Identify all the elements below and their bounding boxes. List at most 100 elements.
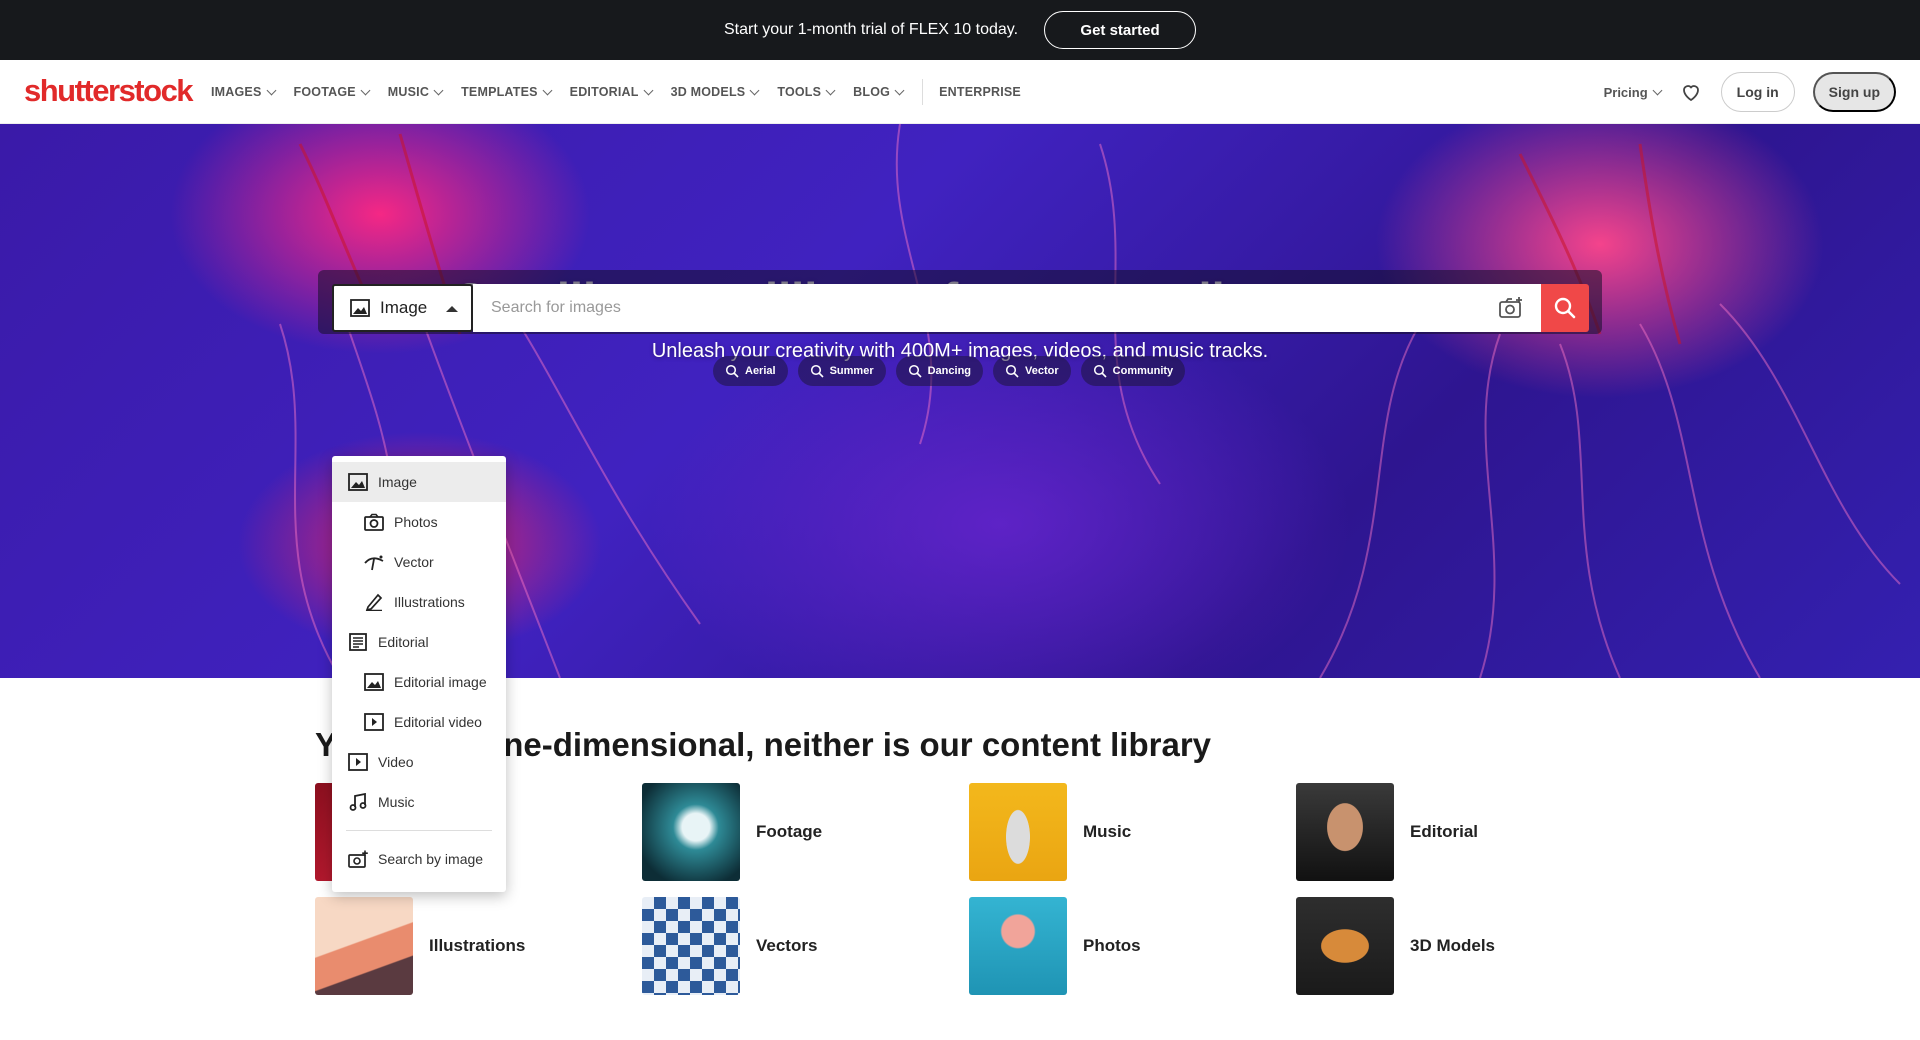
nav-item-blog[interactable]: BLOG	[853, 85, 905, 99]
search-icon	[1554, 297, 1576, 319]
dropdown-item-music[interactable]: Music	[332, 782, 506, 822]
search-icon	[725, 364, 739, 378]
chevron-down-icon	[894, 85, 905, 95]
chip-label: Community	[1112, 365, 1174, 377]
editorial-thumbnail	[1296, 783, 1394, 881]
chevron-down-icon	[749, 85, 760, 95]
editorial-icon	[349, 633, 367, 651]
dropdown-item-photos[interactable]: Photos	[332, 502, 506, 542]
dropdown-item-label: Vector	[394, 554, 434, 570]
music-icon	[349, 793, 367, 811]
dropdown-item-image[interactable]: Image	[332, 462, 506, 502]
top-nav: shutterstock IMAGES FOOTAGE MUSIC TEMPLA…	[0, 60, 1920, 124]
dropdown-item-label: Image	[378, 474, 417, 490]
search-icon	[1093, 364, 1107, 378]
shutterstock-logo[interactable]: shutterstock	[24, 73, 194, 109]
chip-label: Summer	[829, 365, 874, 377]
video-icon	[348, 753, 368, 771]
chip-aerial[interactable]: Aerial	[713, 356, 788, 386]
category-tile-editorial[interactable]: Editorial	[1296, 783, 1478, 881]
chevron-down-icon	[542, 85, 553, 95]
promo-text: Start your 1-month trial of FLEX 10 toda…	[723, 21, 1019, 38]
search-by-image-icon[interactable]	[1498, 295, 1524, 321]
dropdown-item-label: Video	[378, 754, 414, 770]
nav-item-label: TEMPLATES	[461, 85, 538, 99]
nav-item-label: TOOLS	[777, 85, 822, 99]
chip-label: Dancing	[927, 365, 972, 377]
image-icon	[348, 473, 368, 491]
category-tile-3d-models[interactable]: 3D Models	[1296, 897, 1495, 995]
pricing-label: Pricing	[1603, 84, 1648, 100]
search-button[interactable]	[1541, 284, 1589, 332]
nav-item-footage[interactable]: FOOTAGE	[293, 85, 371, 99]
nav-item-label: EDITORIAL	[569, 85, 639, 99]
suggestion-chips: Aerial Summer Dancing Vector Community	[713, 356, 1186, 386]
category-tile-photos[interactable]: Photos	[969, 897, 1141, 995]
nav-item-music[interactable]: MUSIC	[387, 85, 444, 99]
dropdown-item-label: Search by image	[378, 851, 484, 867]
3d-models-thumbnail	[1296, 897, 1394, 995]
footage-thumbnail	[642, 783, 740, 881]
chevron-down-icon	[1652, 85, 1663, 95]
nav-item-editorial[interactable]: EDITORIAL	[569, 85, 654, 99]
category-label: Photos	[1083, 936, 1141, 955]
signup-button[interactable]: Sign up	[1812, 72, 1896, 112]
category-label: Illustrations	[429, 936, 526, 955]
search-icon	[1005, 364, 1019, 378]
login-button[interactable]: Log in	[1720, 72, 1795, 112]
category-tile-footage[interactable]: Footage	[642, 783, 822, 881]
nav-item-templates[interactable]: TEMPLATES	[461, 85, 553, 99]
dropdown-item-label: Editorial image	[394, 674, 487, 690]
chip-label: Vector	[1025, 365, 1059, 377]
jellyfish-background-image	[279, 124, 1901, 678]
nav-actions: Pricing Log in Sign up	[1604, 60, 1896, 124]
chip-summer[interactable]: Summer	[797, 356, 886, 386]
nav-item-3d-models[interactable]: 3D MODELS	[670, 85, 760, 99]
category-tile-illustrations[interactable]: Illustrations	[315, 897, 525, 995]
nav-item-enterprise[interactable]: ENTERPRISE	[939, 85, 1021, 99]
chip-label: Aerial	[745, 365, 776, 377]
category-label: Vectors	[756, 936, 818, 955]
dropdown-item-label: Illustrations	[394, 594, 465, 610]
dropdown-item-vector[interactable]: Vector	[332, 542, 506, 582]
nav-menu: IMAGES FOOTAGE MUSIC TEMPLATES EDITORIAL…	[211, 60, 1040, 124]
pricing-menu[interactable]: Pricing	[1603, 84, 1663, 100]
nav-item-tools[interactable]: TOOLS	[777, 85, 836, 99]
dropdown-item-label: Music	[378, 794, 415, 810]
dropdown-item-illustrations[interactable]: Illustrations	[332, 582, 506, 622]
nav-item-images[interactable]: IMAGES	[211, 85, 276, 99]
illustrations-thumbnail	[315, 897, 413, 995]
music-thumbnail	[969, 783, 1067, 881]
get-started-button[interactable]: Get started	[1044, 11, 1197, 49]
camera-icon	[364, 513, 384, 531]
nav-item-label: MUSIC	[387, 85, 430, 99]
dropdown-item-editorial-image[interactable]: Editorial image	[332, 662, 506, 702]
dropdown-item-editorial-video[interactable]: Editorial video	[332, 702, 506, 742]
video-icon	[364, 713, 384, 731]
category-tile-music[interactable]: Music	[969, 783, 1131, 881]
nav-item-label: FOOTAGE	[293, 85, 356, 99]
media-type-dropdown: Image Photos Vector Illustrations Editor…	[332, 456, 506, 892]
search-input[interactable]	[473, 284, 1541, 332]
hero-banner: One library, millions of ways to tell yo…	[0, 124, 1920, 678]
chip-community[interactable]: Community	[1080, 356, 1186, 386]
category-label: Footage	[756, 822, 823, 841]
chevron-down-icon	[643, 85, 654, 95]
pen-icon	[365, 593, 383, 611]
media-type-select[interactable]: Image	[332, 284, 473, 332]
nav-divider	[922, 79, 924, 105]
dropdown-item-search-by-image[interactable]: Search by image	[332, 839, 506, 879]
chip-dancing[interactable]: Dancing	[895, 356, 984, 386]
category-tile-vectors[interactable]: Vectors	[642, 897, 817, 995]
nav-item-label: 3D MODELS	[670, 85, 746, 99]
chip-vector[interactable]: Vector	[993, 356, 1071, 386]
caret-up-icon	[446, 306, 458, 312]
vectors-thumbnail	[642, 897, 740, 995]
category-label: Music	[1083, 822, 1132, 841]
search-icon	[810, 364, 824, 378]
heart-icon[interactable]	[1679, 80, 1703, 104]
dropdown-item-editorial[interactable]: Editorial	[332, 622, 506, 662]
nav-item-label: IMAGES	[211, 85, 262, 99]
category-label: Editorial	[1410, 822, 1479, 841]
dropdown-item-video[interactable]: Video	[332, 742, 506, 782]
